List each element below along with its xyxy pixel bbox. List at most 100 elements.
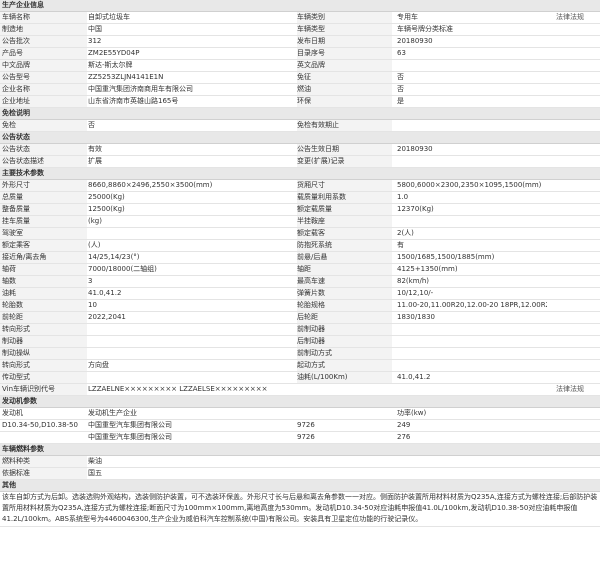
field-value: 10/12,10/-	[397, 289, 434, 297]
engine-row: 中国重型汽车集团有限公司 9726 276	[0, 432, 600, 444]
field-label: 防抱死系统	[297, 240, 392, 251]
field-label: 轴数	[0, 276, 87, 287]
field-label: 前制动方式	[297, 348, 392, 359]
field-value: 12370(Kg)	[397, 205, 434, 213]
field-label: 免检	[0, 120, 87, 131]
field-value: 方向盘	[88, 361, 109, 369]
field-value: (kg)	[88, 217, 102, 225]
basic-info-row: 公告批次 312 发布日期 20180930	[0, 36, 600, 48]
engine-col-maker: 发动机生产企业	[88, 409, 137, 417]
field-value: 中国重汽集团济南商用车有限公司	[88, 85, 193, 93]
section-basic-header: 生产企业信息	[0, 0, 600, 12]
status-row: 公告状态描述 扩展 变更(扩展)记录	[0, 156, 600, 168]
field-value: 国五	[88, 469, 102, 477]
section-exempt-header: 免检说明	[0, 108, 600, 120]
engine-col-model: 发动机	[2, 409, 23, 417]
exempt-row: 免检否 免检有效期止	[0, 120, 600, 132]
tech-param-row: 挂车质量 (kg) 半挂鞍座	[0, 216, 600, 228]
field-label: 英文品牌	[297, 60, 392, 71]
field-label: 车辆类型	[297, 24, 392, 35]
status-row: 公告状态 有效 公告生效日期 20180930	[0, 144, 600, 156]
engine-table: D10.34-50,D10.38-50 中国重型汽车集团有限公司 9726 249 中国…	[0, 420, 600, 444]
field-label: 载质量利用系数	[297, 192, 392, 203]
field-label: 接近角/离去角	[0, 252, 87, 263]
field-label: 半挂鞍座	[297, 216, 392, 227]
field-label: 公告批次	[0, 36, 87, 47]
field-label: 产品号	[0, 48, 87, 59]
tech-param-row: 转向形式 方向盘 起动方式	[0, 360, 600, 372]
field-value: ZM2E55YD04P	[88, 49, 140, 57]
basic-info-row: 车辆名称 自卸式垃圾车 车辆类别 专用车 法律法规	[0, 12, 600, 24]
vin-value: LZZAELNE××××××××× LZZAELSE×××××××××	[88, 385, 268, 393]
field-label: 后轮距	[297, 312, 392, 323]
field-label: 依据标准	[0, 468, 87, 479]
tech-param-row: 接近角/离去角 14/25,14/23(°) 前悬/后悬 1500/1685,1500…	[0, 252, 600, 264]
field-label: 企业地址	[0, 96, 87, 107]
field-label: 中文品牌	[0, 60, 87, 71]
tech-param-row: 制动器 后制动器	[0, 336, 600, 348]
field-value: 1500/1685,1500/1885(mm)	[397, 253, 495, 261]
field-value: 20180930	[397, 37, 433, 45]
exempt-table: 免检否 免检有效期止	[0, 120, 600, 132]
basic-info-row: 公告型号 ZZ5253ZLJN4141E1N 免征否	[0, 72, 600, 84]
tech-param-row: 整备质量 12500(Kg) 额定载质量 12370(Kg)	[0, 204, 600, 216]
field-value: 312	[88, 37, 102, 45]
field-label: 公告型号	[0, 72, 87, 83]
field-label: 前制动器	[297, 324, 392, 335]
field-value: 自卸式垃圾车	[88, 13, 130, 21]
tech-param-row: 轴荷 7000/18000(二轴组) 轴距 4125+1350(mm)	[0, 264, 600, 276]
field-label: 转向形式	[0, 360, 87, 371]
field-value: 车辆号牌分类标准	[397, 25, 453, 33]
tech-param-row: 前轮距 2022,2041 后轮距 1830/1830	[0, 312, 600, 324]
status-table: 公告状态 有效 公告生效日期 20180930 公告状态描述 扩展 变更(扩展)记录	[0, 144, 600, 168]
field-label: 转向形式	[0, 324, 87, 335]
field-label: 外形尺寸	[0, 180, 87, 191]
field-label: 变更(扩展)记录	[297, 156, 392, 167]
field-label: 轴荷	[0, 264, 87, 275]
field-label: 轴距	[297, 264, 392, 275]
field-value: 12500(Kg)	[88, 205, 125, 213]
field-value: (人)	[88, 241, 101, 249]
fuel-row: 燃料种类 柴油	[0, 456, 600, 468]
tech-param-row: 油耗 41.0,41.2 弹簧片数 10/12,10/-	[0, 288, 600, 300]
vin-law-link[interactable]: 法律法规	[556, 384, 600, 395]
field-value: 否	[397, 85, 404, 93]
engine-row: D10.34-50,D10.38-50 中国重型汽车集团有限公司 9726 249	[0, 420, 600, 432]
field-label: 环保	[297, 96, 392, 107]
field-value: 1.0	[397, 193, 409, 201]
field-value: 扩展	[88, 157, 102, 165]
field-value: 5800,6000×2300,2350×1095,1500(mm)	[397, 181, 542, 189]
field-value: 63	[397, 49, 406, 57]
field-value: 41.0,41.2	[88, 289, 122, 297]
field-value: 82(km/h)	[397, 277, 430, 285]
field-label: 轮胎数	[0, 300, 87, 311]
fuel-row: 依据标准 国五	[0, 468, 600, 480]
basic-info-row: 中文品牌 斯达-斯太尔牌 英文品牌	[0, 60, 600, 72]
field-label: 油耗	[0, 288, 87, 299]
field-value: 专用车	[397, 13, 418, 21]
field-label: 弹簧片数	[297, 288, 392, 299]
field-label: 制动操纵	[0, 348, 87, 359]
section-engine-header: 发动机参数	[0, 396, 600, 408]
engine-power: 249	[397, 421, 411, 429]
tech-params-table: 外形尺寸 8660,8860×2496,2550×3500(mm) 货厢尺寸 5800…	[0, 180, 600, 384]
field-value: 11.00-20,11.00R20,12.00-20 18PR,12.00R20…	[397, 301, 547, 309]
field-label: 轮胎规格	[297, 300, 392, 311]
basic-info-table: 车辆名称 自卸式垃圾车 车辆类别 专用车 法律法规 制造地 中国 车辆类型 车辆号牌分类标准 公告…	[0, 12, 600, 108]
field-label: 货厢尺寸	[297, 180, 392, 191]
tech-param-row: 外形尺寸 8660,8860×2496,2550×3500(mm) 货厢尺寸 5800…	[0, 180, 600, 192]
field-label: 车辆名称	[0, 12, 87, 23]
field-label: 后制动器	[297, 336, 392, 347]
tech-param-row: 制动操纵 前制动方式	[0, 348, 600, 360]
field-value: ZZ5253ZLJN4141E1N	[88, 73, 164, 81]
vin-row: Vin车辆识别代号 LZZAELNE××××××××× LZZAELSE××××…	[0, 384, 600, 396]
engine-header-row: 发动机 发动机生产企业 功率(kw)	[0, 408, 600, 420]
law-link[interactable]: 法律法规	[556, 12, 600, 23]
field-label: 发布日期	[297, 36, 392, 47]
field-value: 4125+1350(mm)	[397, 265, 458, 273]
field-value: 8660,8860×2496,2550×3500(mm)	[88, 181, 213, 189]
section-tech-header: 主要技术参数	[0, 168, 600, 180]
field-value: 10	[88, 301, 97, 309]
fuel-table: 燃料种类 柴油 依据标准 国五	[0, 456, 600, 480]
field-value: 有效	[88, 145, 102, 153]
